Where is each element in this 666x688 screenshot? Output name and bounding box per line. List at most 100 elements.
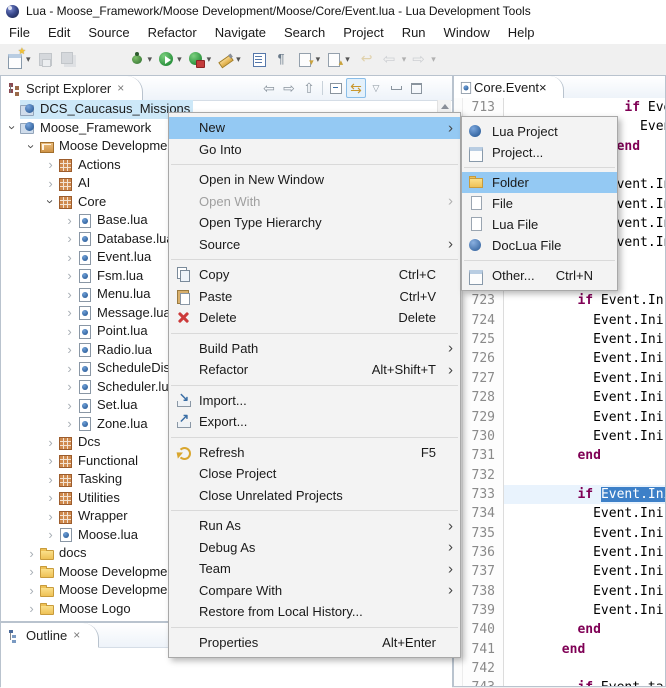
menu-item-doclua-file[interactable]: DocLua File: [462, 235, 617, 256]
dropdown-arrow-icon[interactable]: ▾: [26, 54, 31, 65]
menu-item-build-path[interactable]: Build Path›: [169, 338, 460, 360]
collapsed-chevron-icon[interactable]: ›: [62, 231, 77, 246]
collapsed-chevron-icon[interactable]: ›: [24, 546, 39, 561]
close-icon[interactable]: ×: [539, 80, 547, 95]
menu-item-export[interactable]: Export...: [169, 411, 460, 433]
last-edit-location-button[interactable]: [358, 48, 379, 72]
menubar-item-run[interactable]: Run: [393, 22, 435, 44]
code-line-730[interactable]: 730 Event.Ini: [463, 427, 665, 446]
close-icon[interactable]: ×: [117, 81, 124, 95]
code-line-733[interactable]: 733 if Event.Ini: [463, 485, 665, 504]
code-line-743[interactable]: 743 if Event.ta: [463, 678, 665, 686]
minimize-icon[interactable]: [386, 78, 406, 98]
back-icon[interactable]: ⇦: [259, 78, 279, 98]
code-line-724[interactable]: 724 Event.Ini: [463, 311, 665, 330]
menu-item-folder[interactable]: Folder: [462, 172, 617, 193]
menubar-item-edit[interactable]: Edit: [39, 22, 79, 44]
menu-item-properties[interactable]: PropertiesAlt+Enter: [169, 632, 460, 654]
collapsed-chevron-icon[interactable]: ›: [62, 305, 77, 320]
dropdown-arrow-icon[interactable]: ▾: [431, 54, 436, 65]
menu-item-close-project[interactable]: Close Project: [169, 463, 460, 485]
menu-item-go-into[interactable]: Go Into: [169, 139, 460, 161]
forward-button[interactable]: ▾: [410, 48, 438, 72]
menu-item-lua-file[interactable]: Lua File: [462, 214, 617, 235]
menu-item-refactor[interactable]: RefactorAlt+Shift+T›: [169, 359, 460, 381]
menu-item-debug-as[interactable]: Debug As›: [169, 537, 460, 559]
view-menu-icon[interactable]: ▽: [366, 78, 386, 98]
code-line-740[interactable]: 740 end: [463, 620, 665, 639]
code-line-725[interactable]: 725 Event.Ini: [463, 330, 665, 349]
collapse-all-icon[interactable]: [326, 78, 346, 98]
code-line-738[interactable]: 738 Event.Ini: [463, 582, 665, 601]
collapsed-chevron-icon[interactable]: ›: [62, 268, 77, 283]
collapsed-chevron-icon[interactable]: ›: [62, 379, 77, 394]
dropdown-arrow-icon[interactable]: ▾: [148, 54, 153, 65]
menubar-item-navigate[interactable]: Navigate: [206, 22, 275, 44]
menubar-item-source[interactable]: Source: [79, 22, 138, 44]
menubar-item-file[interactable]: File: [0, 22, 39, 44]
menu-item-new[interactable]: New›: [169, 117, 460, 139]
code-line-735[interactable]: 735 Event.Ini: [463, 524, 665, 543]
dropdown-arrow-icon[interactable]: ▾: [402, 54, 407, 65]
dropdown-arrow-icon[interactable]: ▾: [236, 54, 241, 65]
dropdown-arrow-icon[interactable]: ▾: [177, 54, 182, 65]
menu-item-compare-with[interactable]: Compare With›: [169, 580, 460, 602]
link-with-editor-icon[interactable]: ⇆: [346, 78, 366, 98]
new-wizard-button[interactable]: ▾: [5, 48, 33, 72]
collapsed-chevron-icon[interactable]: ›: [43, 490, 58, 505]
expanded-chevron-icon[interactable]: ›: [24, 139, 39, 154]
collapsed-chevron-icon[interactable]: ›: [62, 324, 77, 339]
menu-item-refresh[interactable]: RefreshF5: [169, 442, 460, 464]
menubar-item-refactor[interactable]: Refactor: [139, 22, 206, 44]
code-line-728[interactable]: 728 Event.Ini: [463, 388, 665, 407]
code-line-727[interactable]: 727 Event.Ini: [463, 369, 665, 388]
collapsed-chevron-icon[interactable]: ›: [43, 157, 58, 172]
menu-item-file[interactable]: File: [462, 193, 617, 214]
collapsed-chevron-icon[interactable]: ›: [62, 398, 77, 413]
show-whitespace-button[interactable]: [272, 48, 293, 72]
up-icon[interactable]: ⇧: [299, 78, 319, 98]
dropdown-arrow-icon[interactable]: ▾: [316, 54, 321, 65]
save-all-button[interactable]: [58, 48, 79, 72]
collapsed-chevron-icon[interactable]: ›: [24, 620, 39, 621]
close-icon[interactable]: ×: [73, 628, 80, 642]
menubar-item-project[interactable]: Project: [334, 22, 392, 44]
code-line-731[interactable]: 731 end: [463, 446, 665, 465]
menu-item-import[interactable]: Import...: [169, 390, 460, 412]
menu-item-open-in-new-window[interactable]: Open in New Window: [169, 169, 460, 191]
mark-occurrences-button[interactable]: ▾: [215, 48, 243, 72]
code-line-729[interactable]: 729 Event.Ini: [463, 408, 665, 427]
expanded-chevron-icon[interactable]: ›: [43, 194, 58, 209]
code-line-741[interactable]: 741 end: [463, 640, 665, 659]
expanded-chevron-icon[interactable]: ›: [5, 120, 20, 135]
menubar-item-search[interactable]: Search: [275, 22, 334, 44]
open-element-button[interactable]: [249, 48, 270, 72]
save-button[interactable]: [35, 48, 56, 72]
collapsed-chevron-icon[interactable]: ›: [24, 583, 39, 598]
scroll-up-icon[interactable]: [441, 104, 449, 109]
menu-item-project[interactable]: Project...: [462, 142, 617, 163]
dropdown-arrow-icon[interactable]: ▾: [207, 54, 212, 65]
menu-item-other[interactable]: Other...Ctrl+N: [462, 265, 617, 286]
collapsed-chevron-icon[interactable]: ›: [24, 564, 39, 579]
collapsed-chevron-icon[interactable]: ›: [62, 250, 77, 265]
collapsed-chevron-icon[interactable]: ›: [43, 176, 58, 191]
menu-item-close-unrelated-projects[interactable]: Close Unrelated Projects: [169, 485, 460, 507]
code-line-742[interactable]: 742: [463, 659, 665, 678]
menu-item-open-type-hierarchy[interactable]: Open Type Hierarchy: [169, 212, 460, 234]
collapsed-chevron-icon[interactable]: ›: [62, 342, 77, 357]
tab-script-explorer[interactable]: Script Explorer ×: [1, 76, 143, 101]
menu-item-copy[interactable]: CopyCtrl+C: [169, 264, 460, 286]
menu-item-restore-from-local-history[interactable]: Restore from Local History...: [169, 601, 460, 623]
forward-icon[interactable]: ⇨: [279, 78, 299, 98]
collapsed-chevron-icon[interactable]: ›: [62, 213, 77, 228]
tab-outline[interactable]: Outline ×: [1, 623, 99, 648]
dropdown-arrow-icon[interactable]: ▾: [345, 54, 350, 65]
collapsed-chevron-icon[interactable]: ›: [43, 472, 58, 487]
debug-button[interactable]: ▾: [127, 48, 155, 72]
code-line-734[interactable]: 734 Event.Ini: [463, 504, 665, 523]
collapsed-chevron-icon[interactable]: ›: [62, 416, 77, 431]
menu-item-lua-project[interactable]: Lua Project: [462, 121, 617, 142]
collapsed-chevron-icon[interactable]: ›: [43, 527, 58, 542]
code-line-732[interactable]: 732: [463, 466, 665, 485]
